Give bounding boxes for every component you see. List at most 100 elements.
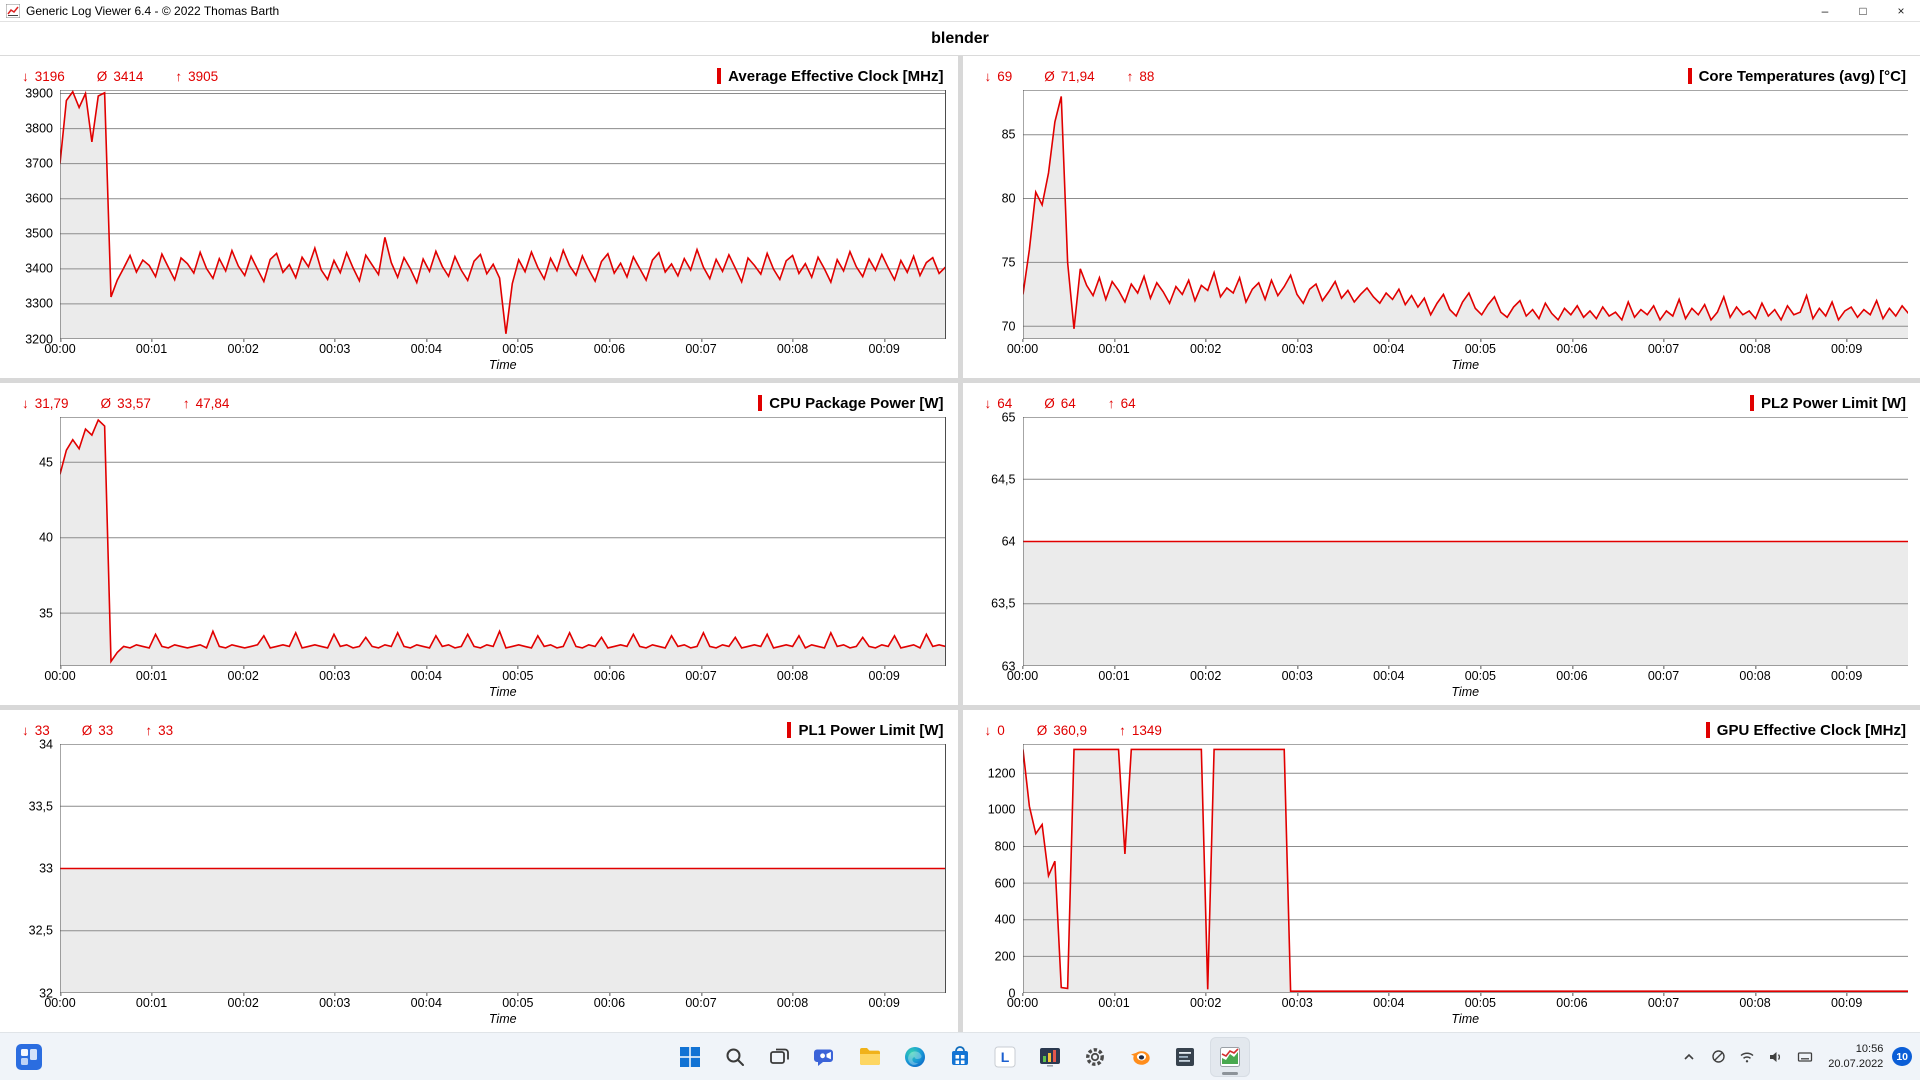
x-tick-label: 00:09 bbox=[869, 343, 900, 356]
y-tick-label: 3600 bbox=[25, 192, 53, 205]
taskbar-center-icons: L bbox=[670, 1037, 1250, 1077]
stat-max-value: 47,84 bbox=[196, 396, 230, 411]
generic-log-viewer-icon[interactable] bbox=[1210, 1037, 1250, 1077]
svg-text:L: L bbox=[1001, 1049, 1010, 1065]
blender-icon[interactable] bbox=[1120, 1037, 1160, 1077]
volume-icon[interactable] bbox=[1766, 1043, 1786, 1071]
stat-max: ↑3905 bbox=[175, 69, 218, 84]
y-tick-label: 65 bbox=[1002, 411, 1016, 424]
max-arrow-icon: ↑ bbox=[1108, 396, 1115, 411]
touch-keyboard-icon[interactable] bbox=[1795, 1043, 1815, 1071]
file-explorer-icon[interactable] bbox=[850, 1037, 890, 1077]
x-tick-label: 00:06 bbox=[594, 670, 625, 683]
chart-body: 32003300340035003600370038003900 00:0000… bbox=[8, 90, 946, 378]
stat-min-value: 33 bbox=[35, 723, 50, 738]
chat-teams-icon[interactable] bbox=[805, 1037, 845, 1077]
stat-avg: Ø71,94 bbox=[1044, 69, 1094, 84]
chart-stats: ↓3196 Ø3414 ↑3905 bbox=[22, 69, 218, 84]
x-tick-label: 00:02 bbox=[228, 343, 259, 356]
chart-plot bbox=[60, 90, 946, 339]
notification-count-badge[interactable]: 10 bbox=[1892, 1047, 1912, 1066]
search-icon[interactable] bbox=[715, 1037, 755, 1077]
x-tick-label: 00:00 bbox=[44, 343, 75, 356]
x-tick-label: 00:07 bbox=[1648, 997, 1679, 1010]
title-accent-bar bbox=[1750, 395, 1754, 411]
chart-plot bbox=[1023, 417, 1909, 666]
x-axis-title: Time bbox=[1023, 1010, 1909, 1029]
chart-stats: ↓64 Ø64 ↑64 bbox=[985, 396, 1136, 411]
settings-gear-icon[interactable] bbox=[1075, 1037, 1115, 1077]
y-tick-label: 32,5 bbox=[29, 925, 53, 938]
do-not-disturb-icon[interactable] bbox=[1708, 1043, 1728, 1071]
stat-avg: Ø360,9 bbox=[1037, 723, 1087, 738]
start-button[interactable] bbox=[670, 1037, 710, 1077]
maximize-button[interactable]: □ bbox=[1844, 0, 1882, 21]
min-arrow-icon: ↓ bbox=[22, 69, 29, 84]
chart-stats: ↓31,79 Ø33,57 ↑47,84 bbox=[22, 396, 229, 411]
x-tick-label: 00:05 bbox=[502, 670, 533, 683]
chart-body: 70758085 00:0000:0100:0200:0300:0400:050… bbox=[971, 90, 1909, 378]
avg-symbol-icon: Ø bbox=[1044, 69, 1055, 84]
chart-panel-average-effective-clock: ↓3196 Ø3414 ↑3905 Average Effective Cloc… bbox=[0, 56, 958, 378]
stat-avg: Ø64 bbox=[1044, 396, 1076, 411]
y-tick-label: 1000 bbox=[988, 804, 1016, 817]
max-arrow-icon: ↑ bbox=[1127, 69, 1134, 84]
x-tick-label: 00:01 bbox=[1098, 343, 1129, 356]
task-view-icon[interactable] bbox=[760, 1037, 800, 1077]
min-arrow-icon: ↓ bbox=[985, 69, 992, 84]
l-app-icon[interactable]: L bbox=[985, 1037, 1025, 1077]
taskbar-clock[interactable]: 10:56 20.07.2022 bbox=[1824, 1042, 1883, 1072]
minimize-button[interactable]: – bbox=[1806, 0, 1844, 21]
widgets-icon[interactable] bbox=[12, 1040, 46, 1074]
x-tick-label: 00:00 bbox=[1007, 997, 1038, 1010]
y-tick-label: 34 bbox=[39, 738, 53, 751]
x-tick-label: 00:06 bbox=[594, 997, 625, 1010]
x-tick-label: 00:01 bbox=[136, 343, 167, 356]
x-tick-label: 00:08 bbox=[777, 343, 808, 356]
x-tick-label: 00:09 bbox=[1831, 670, 1862, 683]
log-title-header: blender bbox=[0, 22, 1920, 56]
hardware-monitor-icon[interactable] bbox=[1030, 1037, 1070, 1077]
x-tick-label: 00:06 bbox=[1556, 997, 1587, 1010]
stat-avg-value: 33 bbox=[98, 723, 113, 738]
chart-body: 3232,53333,534 00:0000:0100:0200:0300:04… bbox=[8, 744, 946, 1032]
microsoft-store-icon[interactable] bbox=[940, 1037, 980, 1077]
system-info-icon[interactable] bbox=[1165, 1037, 1205, 1077]
y-tick-label: 75 bbox=[1002, 256, 1016, 269]
x-axis-title: Time bbox=[1023, 356, 1909, 375]
min-arrow-icon: ↓ bbox=[985, 396, 992, 411]
charts-grid: ↓3196 Ø3414 ↑3905 Average Effective Cloc… bbox=[0, 56, 1920, 1032]
x-tick-label: 00:07 bbox=[685, 670, 716, 683]
title-accent-bar bbox=[717, 68, 721, 84]
chart-body: 020040060080010001200 00:0000:0100:0200:… bbox=[971, 744, 1909, 1032]
x-tick-label: 00:05 bbox=[1465, 670, 1496, 683]
y-axis-labels: 3232,53333,534 bbox=[8, 744, 60, 993]
y-axis-labels: 020040060080010001200 bbox=[971, 744, 1023, 993]
wifi-icon[interactable] bbox=[1737, 1043, 1757, 1071]
close-button[interactable]: × bbox=[1882, 0, 1920, 21]
x-tick-label: 00:07 bbox=[685, 343, 716, 356]
x-tick-label: 00:01 bbox=[1098, 670, 1129, 683]
x-tick-label: 00:07 bbox=[1648, 343, 1679, 356]
stat-min: ↓3196 bbox=[22, 69, 65, 84]
chart-body: 354045 00:0000:0100:0200:0300:0400:0500:… bbox=[8, 417, 946, 705]
y-tick-label: 64,5 bbox=[991, 473, 1015, 486]
edge-browser-icon[interactable] bbox=[895, 1037, 935, 1077]
stat-max-value: 64 bbox=[1121, 396, 1136, 411]
hidden-icons-chevron-icon[interactable] bbox=[1679, 1043, 1699, 1071]
x-tick-label: 00:01 bbox=[136, 997, 167, 1010]
window-titlebar[interactable]: Generic Log Viewer 6.4 - © 2022 Thomas B… bbox=[0, 0, 1920, 22]
chart-plot bbox=[1023, 90, 1909, 339]
y-tick-label: 400 bbox=[995, 914, 1016, 927]
stat-min-value: 0 bbox=[997, 723, 1005, 738]
avg-symbol-icon: Ø bbox=[82, 723, 93, 738]
title-accent-bar bbox=[787, 722, 791, 738]
x-tick-label: 00:00 bbox=[1007, 670, 1038, 683]
x-tick-label: 00:03 bbox=[1282, 670, 1313, 683]
x-tick-label: 00:03 bbox=[319, 343, 350, 356]
x-tick-label: 00:02 bbox=[228, 670, 259, 683]
chart-header: ↓33 Ø33 ↑33 PL1 Power Limit [W] bbox=[8, 714, 946, 744]
chart-body: 6363,56464,565 00:0000:0100:0200:0300:04… bbox=[971, 417, 1909, 705]
chart-title: Average Effective Clock [MHz] bbox=[728, 68, 943, 85]
min-arrow-icon: ↓ bbox=[22, 396, 29, 411]
